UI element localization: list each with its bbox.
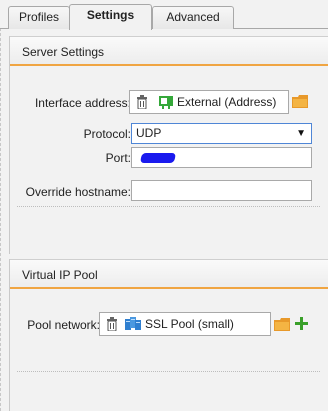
divider xyxy=(17,206,320,207)
virtual-ip-pool-panel: Virtual IP Pool Pool network: SSL Pool (… xyxy=(9,259,328,411)
folder-icon[interactable] xyxy=(292,95,308,111)
divider xyxy=(17,371,320,372)
trash-icon[interactable] xyxy=(106,317,118,337)
override-hostname-label: Override hostname: xyxy=(25,185,131,199)
tab-settings[interactable]: Settings xyxy=(69,4,152,30)
tab-bar: Profiles Settings Advanced xyxy=(0,0,328,30)
network-icon xyxy=(159,96,173,115)
port-field[interactable] xyxy=(131,147,312,168)
plus-icon[interactable] xyxy=(295,317,308,333)
override-hostname-field[interactable] xyxy=(131,180,312,201)
chevron-down-icon: ▼ xyxy=(296,128,306,139)
folder-icon[interactable] xyxy=(274,318,290,334)
protocol-value: UDP xyxy=(136,126,162,140)
server-settings-panel: Server Settings Interface address: Exter… xyxy=(9,36,328,254)
interface-address-chip[interactable]: External (Address) xyxy=(129,90,289,114)
server-settings-header: Server Settings xyxy=(10,36,328,66)
pool-network-chip[interactable]: SSL Pool (small) xyxy=(99,312,271,336)
left-guide-line xyxy=(0,28,1,411)
port-label: Port: xyxy=(105,151,131,165)
protocol-label: Protocol: xyxy=(83,127,131,141)
interface-address-value: External (Address) xyxy=(177,95,277,109)
tab-profiles[interactable]: Profiles xyxy=(8,6,70,29)
pool-icon xyxy=(125,316,141,337)
trash-icon[interactable] xyxy=(136,95,148,115)
tab-advanced[interactable]: Advanced xyxy=(152,6,234,29)
protocol-select[interactable]: UDP ▼ xyxy=(131,123,312,144)
virtual-ip-pool-header: Virtual IP Pool xyxy=(10,259,328,289)
pool-network-label: Pool network: xyxy=(27,318,100,332)
interface-address-label: Interface address: xyxy=(34,96,131,110)
redacted-port-value xyxy=(139,153,177,163)
pool-network-value: SSL Pool (small) xyxy=(145,317,234,331)
